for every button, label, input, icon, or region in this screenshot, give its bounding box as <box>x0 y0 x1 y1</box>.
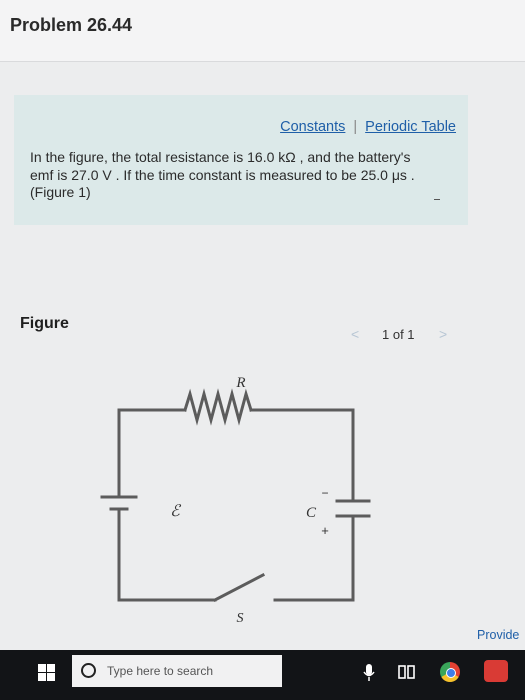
figure-page-count: 1 of 1 <box>382 327 415 342</box>
collapse-dash[interactable] <box>434 199 440 200</box>
provide-feedback-link[interactable]: Provide <box>477 628 519 642</box>
resistor-symbol <box>183 388 253 426</box>
question-line-2: emf is 27.0 V . If the time constant is … <box>30 167 415 183</box>
capacitor-minus-label: − <box>321 486 328 500</box>
right-top-wire <box>249 408 355 500</box>
constants-link[interactable]: Constants <box>280 119 345 135</box>
figure-label: Figure <box>20 315 69 332</box>
taskbar-search-box[interactable]: Type here to search <box>72 655 282 687</box>
figure-pager: < 1 of 1 > <box>345 322 460 346</box>
capacitor-label: C <box>306 505 317 521</box>
rc-circuit-diagram: R ℰ C − + S <box>100 375 371 626</box>
left-bottom-wire <box>117 508 217 602</box>
microphone-icon[interactable] <box>362 662 376 682</box>
right-bottom-wire <box>273 516 355 602</box>
taskbar-search-placeholder: Type here to search <box>107 664 214 678</box>
task-view-icon[interactable] <box>397 662 417 682</box>
resource-links: Constants | Periodic Table <box>280 119 456 135</box>
office-app-icon[interactable] <box>484 660 508 682</box>
cortana-circle-icon <box>81 663 96 678</box>
chrome-browser-icon[interactable] <box>440 662 460 682</box>
problem-title: Problem 26.44 <box>10 15 133 35</box>
resistor-label: R <box>235 375 245 391</box>
link-separator: | <box>353 119 358 135</box>
next-figure-button[interactable]: > <box>439 326 447 342</box>
periodic-table-link[interactable]: Periodic Table <box>365 119 456 135</box>
windows-start-icon[interactable] <box>38 664 55 681</box>
figure-reference-link[interactable]: (Figure 1) <box>30 184 91 200</box>
left-top-wire <box>117 408 187 497</box>
question-text: In the figure, the total resistance is 1… <box>30 148 460 184</box>
question-line-1: In the figure, the total resistance is 1… <box>30 149 411 165</box>
battery-label: ℰ <box>170 503 182 520</box>
question-panel: Constants | Periodic Table In the figure, … <box>14 95 468 225</box>
previous-figure-button[interactable]: < <box>351 326 359 342</box>
switch-label: S <box>237 611 244 626</box>
capacitor-plus-label: + <box>321 523 329 538</box>
problem-header: Problem 26.44 <box>0 0 525 62</box>
switch-blade <box>212 572 266 603</box>
